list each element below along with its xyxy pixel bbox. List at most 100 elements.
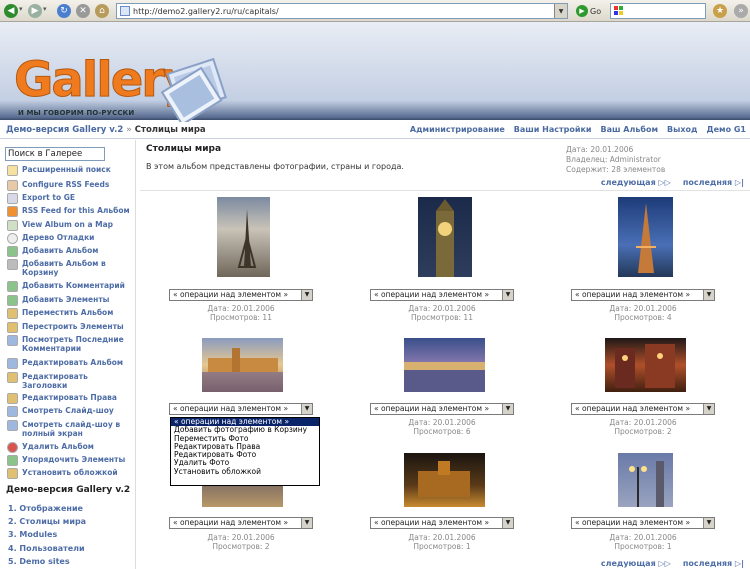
- photo-thumbnail[interactable]: [202, 338, 283, 392]
- sidebar-item-label: View Album on a Map: [22, 220, 114, 229]
- sidebar-item-rss-feed[interactable]: RSS Feed for this Альбом: [7, 206, 131, 217]
- nav-my-album-link[interactable]: Ваш Альбом: [601, 125, 659, 134]
- album-meta: Дата: 20.01.2006 Владелец: Administrator…: [566, 145, 665, 175]
- sidebar-item-edit-permissions[interactable]: Редактировать Права: [7, 393, 131, 404]
- sidebar-item-view-map[interactable]: View Album on a Map: [7, 220, 131, 231]
- item-actions-select[interactable]: « операции над элементом » ▼: [370, 517, 514, 529]
- album-date: Дата: 20.01.2006: [566, 145, 634, 154]
- chevron-down-icon: ▼: [703, 290, 714, 300]
- item-date: Дата: 20.01.2006: [207, 533, 275, 542]
- photo-thumbnail[interactable]: [404, 453, 485, 507]
- last-arrows-icon: ▷|: [734, 178, 744, 187]
- item-actions-select[interactable]: « операции над элементом » ▼: [370, 289, 514, 301]
- bookmark-icon[interactable]: ★: [713, 4, 727, 18]
- reload-icon[interactable]: ↻: [57, 4, 71, 18]
- sidebar-nav-capitals[interactable]: 2. Столицы мира: [8, 517, 86, 526]
- album-description: В этом альбом представлены фотографии, с…: [146, 162, 404, 171]
- magnifier-icon: [7, 165, 18, 176]
- select-value: « операции над элементом »: [575, 290, 691, 299]
- sidebar-item-label: Добавить Комментарий: [22, 281, 125, 290]
- sidebar: Поиск в Галерее Расширенный поиск Config…: [0, 140, 136, 569]
- back-icon[interactable]: ◀: [4, 4, 18, 18]
- sidebar-item-label: Посмотреть Последние Комментарии: [22, 335, 124, 353]
- gallery-search-input[interactable]: Поиск в Галерее: [5, 147, 105, 161]
- sidebar-nav-display[interactable]: 1. Отображение: [8, 504, 83, 513]
- pager-last-link[interactable]: последняя ▷|: [683, 559, 744, 568]
- item-actions-select[interactable]: « операции над элементом » ▼: [169, 403, 313, 415]
- go-button[interactable]: ▶ Go: [576, 3, 601, 19]
- sidebar-nav-modules[interactable]: 3. Modules: [8, 530, 57, 539]
- sidebar-section-title: Демо-версия Gallery v.2: [6, 485, 131, 495]
- sidebar-item-add-album[interactable]: Добавить Альбом: [7, 246, 131, 257]
- sidebar-item-export-ge[interactable]: Export to GE: [7, 193, 131, 204]
- address-bar[interactable]: http://demo2.gallery2.ru/ru/capitals/ ▼: [116, 3, 568, 19]
- edit-captions-icon: [7, 372, 18, 383]
- sidebar-item-edit-album[interactable]: Редактировать Альбом: [7, 358, 131, 369]
- sidebar-item-label: Configure RSS Feeds: [22, 180, 110, 189]
- photo-thumbnail[interactable]: [418, 197, 472, 277]
- pager-next-label: следующая: [600, 178, 656, 187]
- sidebar-item-move-album[interactable]: Переместить Альбом: [7, 308, 131, 319]
- pager-bottom: следующая ▷▷ последняя ▷|: [601, 559, 744, 568]
- item-actions-select[interactable]: « операции над элементом » ▼: [571, 403, 715, 415]
- sidebar-item-slideshow[interactable]: Смотреть Слайд-шоу: [7, 406, 131, 417]
- item-actions-select[interactable]: « операции над элементом » ▼: [571, 517, 715, 529]
- sidebar-item-edit-captions[interactable]: Редактировать Заголовки: [7, 372, 131, 390]
- photo-thumbnail[interactable]: [404, 338, 485, 392]
- sidebar-item-configure-rss[interactable]: Configure RSS Feeds: [7, 180, 131, 191]
- pager-next-link[interactable]: следующая ▷▷: [601, 178, 671, 187]
- sidebar-item-add-comment[interactable]: Добавить Комментарий: [7, 281, 131, 292]
- breadcrumb-root-link[interactable]: Демо-версия Gallery v.2: [6, 125, 123, 135]
- item-actions-select[interactable]: « операции над элементом » ▼: [169, 289, 313, 301]
- sidebar-item-debug-tree[interactable]: Дерево Отладки: [7, 233, 131, 244]
- go-icon: ▶: [576, 5, 588, 17]
- last-arrows-icon: ▷|: [734, 559, 744, 568]
- nav-settings-link[interactable]: Ваши Настройки: [514, 125, 592, 134]
- sidebar-item-rearrange[interactable]: Перестроить Элементы: [7, 322, 131, 333]
- photo-thumbnail[interactable]: [605, 338, 686, 392]
- nav-demo-g1-link[interactable]: Демо G1: [706, 125, 746, 134]
- album-main: Столицы мира В этом альбом представлены …: [140, 140, 750, 569]
- sidebar-item-set-thumbnail[interactable]: Установить обложкой: [7, 468, 131, 479]
- chevron-down-icon: ▼: [301, 290, 312, 300]
- item-actions-dropdown-list: « операции над элементом » Добавить фото…: [170, 417, 320, 486]
- item-actions-select[interactable]: « операции над элементом » ▼: [571, 289, 715, 301]
- nav-admin-link[interactable]: Администрирование: [410, 125, 505, 134]
- home-icon[interactable]: ⌂: [95, 4, 109, 18]
- sidebar-item-label: Установить обложкой: [22, 468, 118, 477]
- pager-next-link[interactable]: следующая ▷▷: [601, 559, 671, 568]
- address-dropdown-icon[interactable]: ▼: [554, 4, 567, 18]
- chevron-down-icon: ▼: [703, 404, 714, 414]
- photo-thumbnail[interactable]: [618, 197, 673, 277]
- sidebar-item-add-to-cart[interactable]: Добавить Альбом в Корзину: [7, 259, 131, 277]
- menu-icon[interactable]: »: [734, 4, 748, 18]
- forward-icon[interactable]: ▶: [28, 4, 42, 18]
- search-engine-box[interactable]: [610, 3, 706, 19]
- nav-logout-link[interactable]: Выход: [667, 125, 697, 134]
- move-icon: [7, 308, 18, 319]
- go-label: Go: [590, 6, 602, 16]
- item-info: Дата: 20.01.2006 Просмотров: 6: [370, 418, 514, 436]
- pager-last-link[interactable]: последняя ▷|: [683, 178, 744, 187]
- item-date: Дата: 20.01.2006: [408, 304, 476, 313]
- forward-dropdown-icon[interactable]: ▾: [43, 5, 47, 13]
- item-actions-select[interactable]: « операции над элементом » ▼: [169, 517, 313, 529]
- photo-thumbnail[interactable]: [618, 453, 673, 507]
- sidebar-item-add-items[interactable]: Добавить Элементы: [7, 295, 131, 306]
- sidebar-item-advanced-search[interactable]: Расширенный поиск: [7, 165, 131, 176]
- item-actions-select[interactable]: « операции над элементом » ▼: [370, 403, 514, 415]
- item-views: Просмотров: 1: [413, 542, 471, 551]
- sidebar-item-latest-comments[interactable]: Посмотреть Последние Комментарии: [7, 335, 131, 353]
- dropdown-option[interactable]: Установить обложкой: [171, 467, 319, 476]
- sidebar-item-delete-album[interactable]: Удалить Альбом: [7, 442, 131, 453]
- photo-thumbnail[interactable]: [217, 197, 270, 277]
- sidebar-item-sort-items[interactable]: Упорядочить Элементы: [7, 455, 131, 466]
- stop-icon[interactable]: ✕: [76, 4, 90, 18]
- sidebar-nav-demo-sites[interactable]: 5. Demo sites: [8, 557, 70, 566]
- sidebar-item-fullscreen-slideshow[interactable]: Смотреть слайд-шоу в полный экран: [7, 420, 131, 438]
- item-views: Просмотров: 1: [614, 542, 672, 551]
- back-dropdown-icon[interactable]: ▾: [19, 5, 23, 13]
- comment-icon: [7, 281, 18, 292]
- select-value: « операции над элементом »: [374, 290, 490, 299]
- sidebar-nav-users[interactable]: 4. Пользователи: [8, 544, 85, 553]
